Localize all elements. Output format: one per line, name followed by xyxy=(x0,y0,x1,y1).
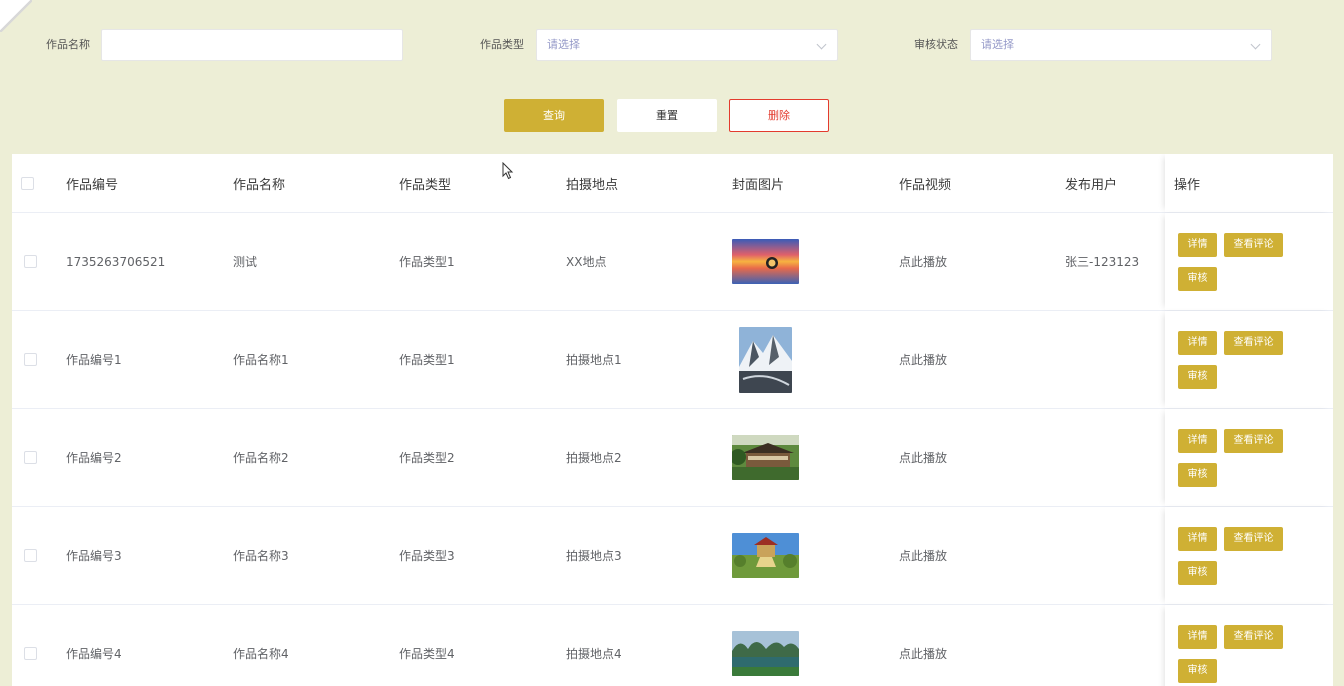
works-table: 作品编号 作品名称 作品类型 拍摄地点 封面图片 作品视频 发布用户 操作 17… xyxy=(12,154,1333,686)
header-work-id: 作品编号 xyxy=(66,177,119,193)
header-actions: 操作 xyxy=(1174,177,1201,193)
row-checkbox[interactable] xyxy=(24,353,37,366)
row-checkbox[interactable] xyxy=(24,647,37,660)
cell-work-name: 作品名称4 xyxy=(233,647,289,661)
header-user: 发布用户 xyxy=(1065,177,1118,193)
cell-work-id: 作品编号2 xyxy=(66,451,122,465)
corner-fold-decoration xyxy=(0,0,32,32)
audit-button[interactable]: 审核 xyxy=(1178,659,1217,683)
cell-work-id: 1735263706521 xyxy=(66,254,166,269)
filter-bar: 作品名称 作品类型 请选择 审核状态 请选择 xyxy=(0,29,1344,61)
header-work-type: 作品类型 xyxy=(399,177,452,193)
detail-button[interactable]: 详情 xyxy=(1178,233,1217,257)
work-type-select[interactable]: 请选择 xyxy=(536,29,838,61)
cell-location: 拍摄地点1 xyxy=(566,353,622,367)
cell-work-id: 作品编号3 xyxy=(66,549,122,563)
cell-location: XX地点 xyxy=(566,255,607,269)
cell-work-type: 作品类型4 xyxy=(399,647,455,661)
audit-status-placeholder: 请选择 xyxy=(981,38,1014,51)
mouse-cursor-icon xyxy=(502,162,514,180)
header-video: 作品视频 xyxy=(899,177,952,193)
cover-image-karst-lake[interactable] xyxy=(732,631,799,676)
detail-button[interactable]: 详情 xyxy=(1178,527,1217,551)
chevron-down-icon xyxy=(816,39,827,50)
audit-status-label: 审核状态 xyxy=(914,38,958,51)
row-actions: 详情 查看评论 审核 xyxy=(1165,213,1333,310)
query-button[interactable]: 查询 xyxy=(504,99,604,132)
cover-image-sunset[interactable] xyxy=(732,239,799,284)
row-actions: 详情 查看评论 审核 xyxy=(1165,311,1333,408)
work-type-label: 作品类型 xyxy=(480,38,524,51)
cell-video-link[interactable]: 点此播放 xyxy=(899,507,947,604)
row-actions: 详情 查看评论 审核 xyxy=(1165,605,1333,686)
view-comments-button[interactable]: 查看评论 xyxy=(1224,625,1283,649)
detail-button[interactable]: 详情 xyxy=(1178,331,1217,355)
audit-button[interactable]: 审核 xyxy=(1178,561,1217,585)
cell-work-id: 作品编号4 xyxy=(66,647,122,661)
cell-work-name: 测试 xyxy=(233,255,258,269)
cell-video-link[interactable]: 点此播放 xyxy=(899,213,947,310)
reset-button[interactable]: 重置 xyxy=(617,99,717,132)
cover-image-temple[interactable] xyxy=(732,435,799,480)
view-comments-button[interactable]: 查看评论 xyxy=(1224,527,1283,551)
audit-button[interactable]: 审核 xyxy=(1178,365,1217,389)
cell-work-type: 作品类型1 xyxy=(399,353,455,367)
table-row: 作品编号4 作品名称4 作品类型4 拍摄地点4 点此播放 详情 查看评论 审核 xyxy=(12,605,1333,686)
cell-video-link[interactable]: 点此播放 xyxy=(899,409,947,506)
header-cover: 封面图片 xyxy=(732,177,785,193)
cell-location: 拍摄地点2 xyxy=(566,451,622,465)
view-comments-button[interactable]: 查看评论 xyxy=(1224,331,1283,355)
header-location: 拍摄地点 xyxy=(566,177,619,193)
delete-button[interactable]: 删除 xyxy=(729,99,829,132)
table-header: 作品编号 作品名称 作品类型 拍摄地点 封面图片 作品视频 发布用户 操作 xyxy=(12,154,1333,213)
cell-work-name: 作品名称1 xyxy=(233,353,289,367)
cell-work-type: 作品类型2 xyxy=(399,451,455,465)
row-checkbox[interactable] xyxy=(24,549,37,562)
cell-work-type: 作品类型3 xyxy=(399,549,455,563)
table-row: 作品编号1 作品名称1 作品类型1 拍摄地点1 点此播放 详情 查看评论 审核 xyxy=(12,311,1333,409)
audit-status-select[interactable]: 请选择 xyxy=(970,29,1272,61)
work-type-placeholder: 请选择 xyxy=(547,38,580,51)
detail-button[interactable]: 详情 xyxy=(1178,625,1217,649)
select-all-checkbox[interactable] xyxy=(21,176,34,190)
audit-button[interactable]: 审核 xyxy=(1178,463,1217,487)
row-checkbox[interactable] xyxy=(24,255,37,268)
cell-location: 拍摄地点4 xyxy=(566,647,622,661)
view-comments-button[interactable]: 查看评论 xyxy=(1224,233,1283,257)
row-actions: 详情 查看评论 审核 xyxy=(1165,507,1333,604)
cell-work-id: 作品编号1 xyxy=(66,353,122,367)
row-checkbox[interactable] xyxy=(24,451,37,464)
cell-video-link[interactable]: 点此播放 xyxy=(899,605,947,686)
cell-video-link[interactable]: 点此播放 xyxy=(899,311,947,408)
header-work-name: 作品名称 xyxy=(233,177,286,193)
cell-work-name: 作品名称2 xyxy=(233,451,289,465)
chevron-down-icon xyxy=(1250,39,1261,50)
cell-location: 拍摄地点3 xyxy=(566,549,622,563)
row-actions: 详情 查看评论 审核 xyxy=(1165,409,1333,506)
audit-button[interactable]: 审核 xyxy=(1178,267,1217,291)
table-row: 作品编号3 作品名称3 作品类型3 拍摄地点3 点此播放 详情 查看评论 审核 xyxy=(12,507,1333,605)
cell-work-name: 作品名称3 xyxy=(233,549,289,563)
view-comments-button[interactable]: 查看评论 xyxy=(1224,429,1283,453)
cell-work-type: 作品类型1 xyxy=(399,255,455,269)
table-row: 作品编号2 作品名称2 作品类型2 拍摄地点2 点此播放 详情 查看评论 审核 xyxy=(12,409,1333,507)
cell-user: 张三-123123 xyxy=(1065,255,1140,269)
work-name-input[interactable] xyxy=(101,29,403,61)
cover-image-pavilion[interactable] xyxy=(732,533,799,578)
cover-image-snow-mountain[interactable] xyxy=(739,326,792,393)
table-row: 1735263706521 测试 作品类型1 XX地点 点此播放 张三-1231… xyxy=(12,213,1333,311)
detail-button[interactable]: 详情 xyxy=(1178,429,1217,453)
work-name-label: 作品名称 xyxy=(46,38,90,51)
